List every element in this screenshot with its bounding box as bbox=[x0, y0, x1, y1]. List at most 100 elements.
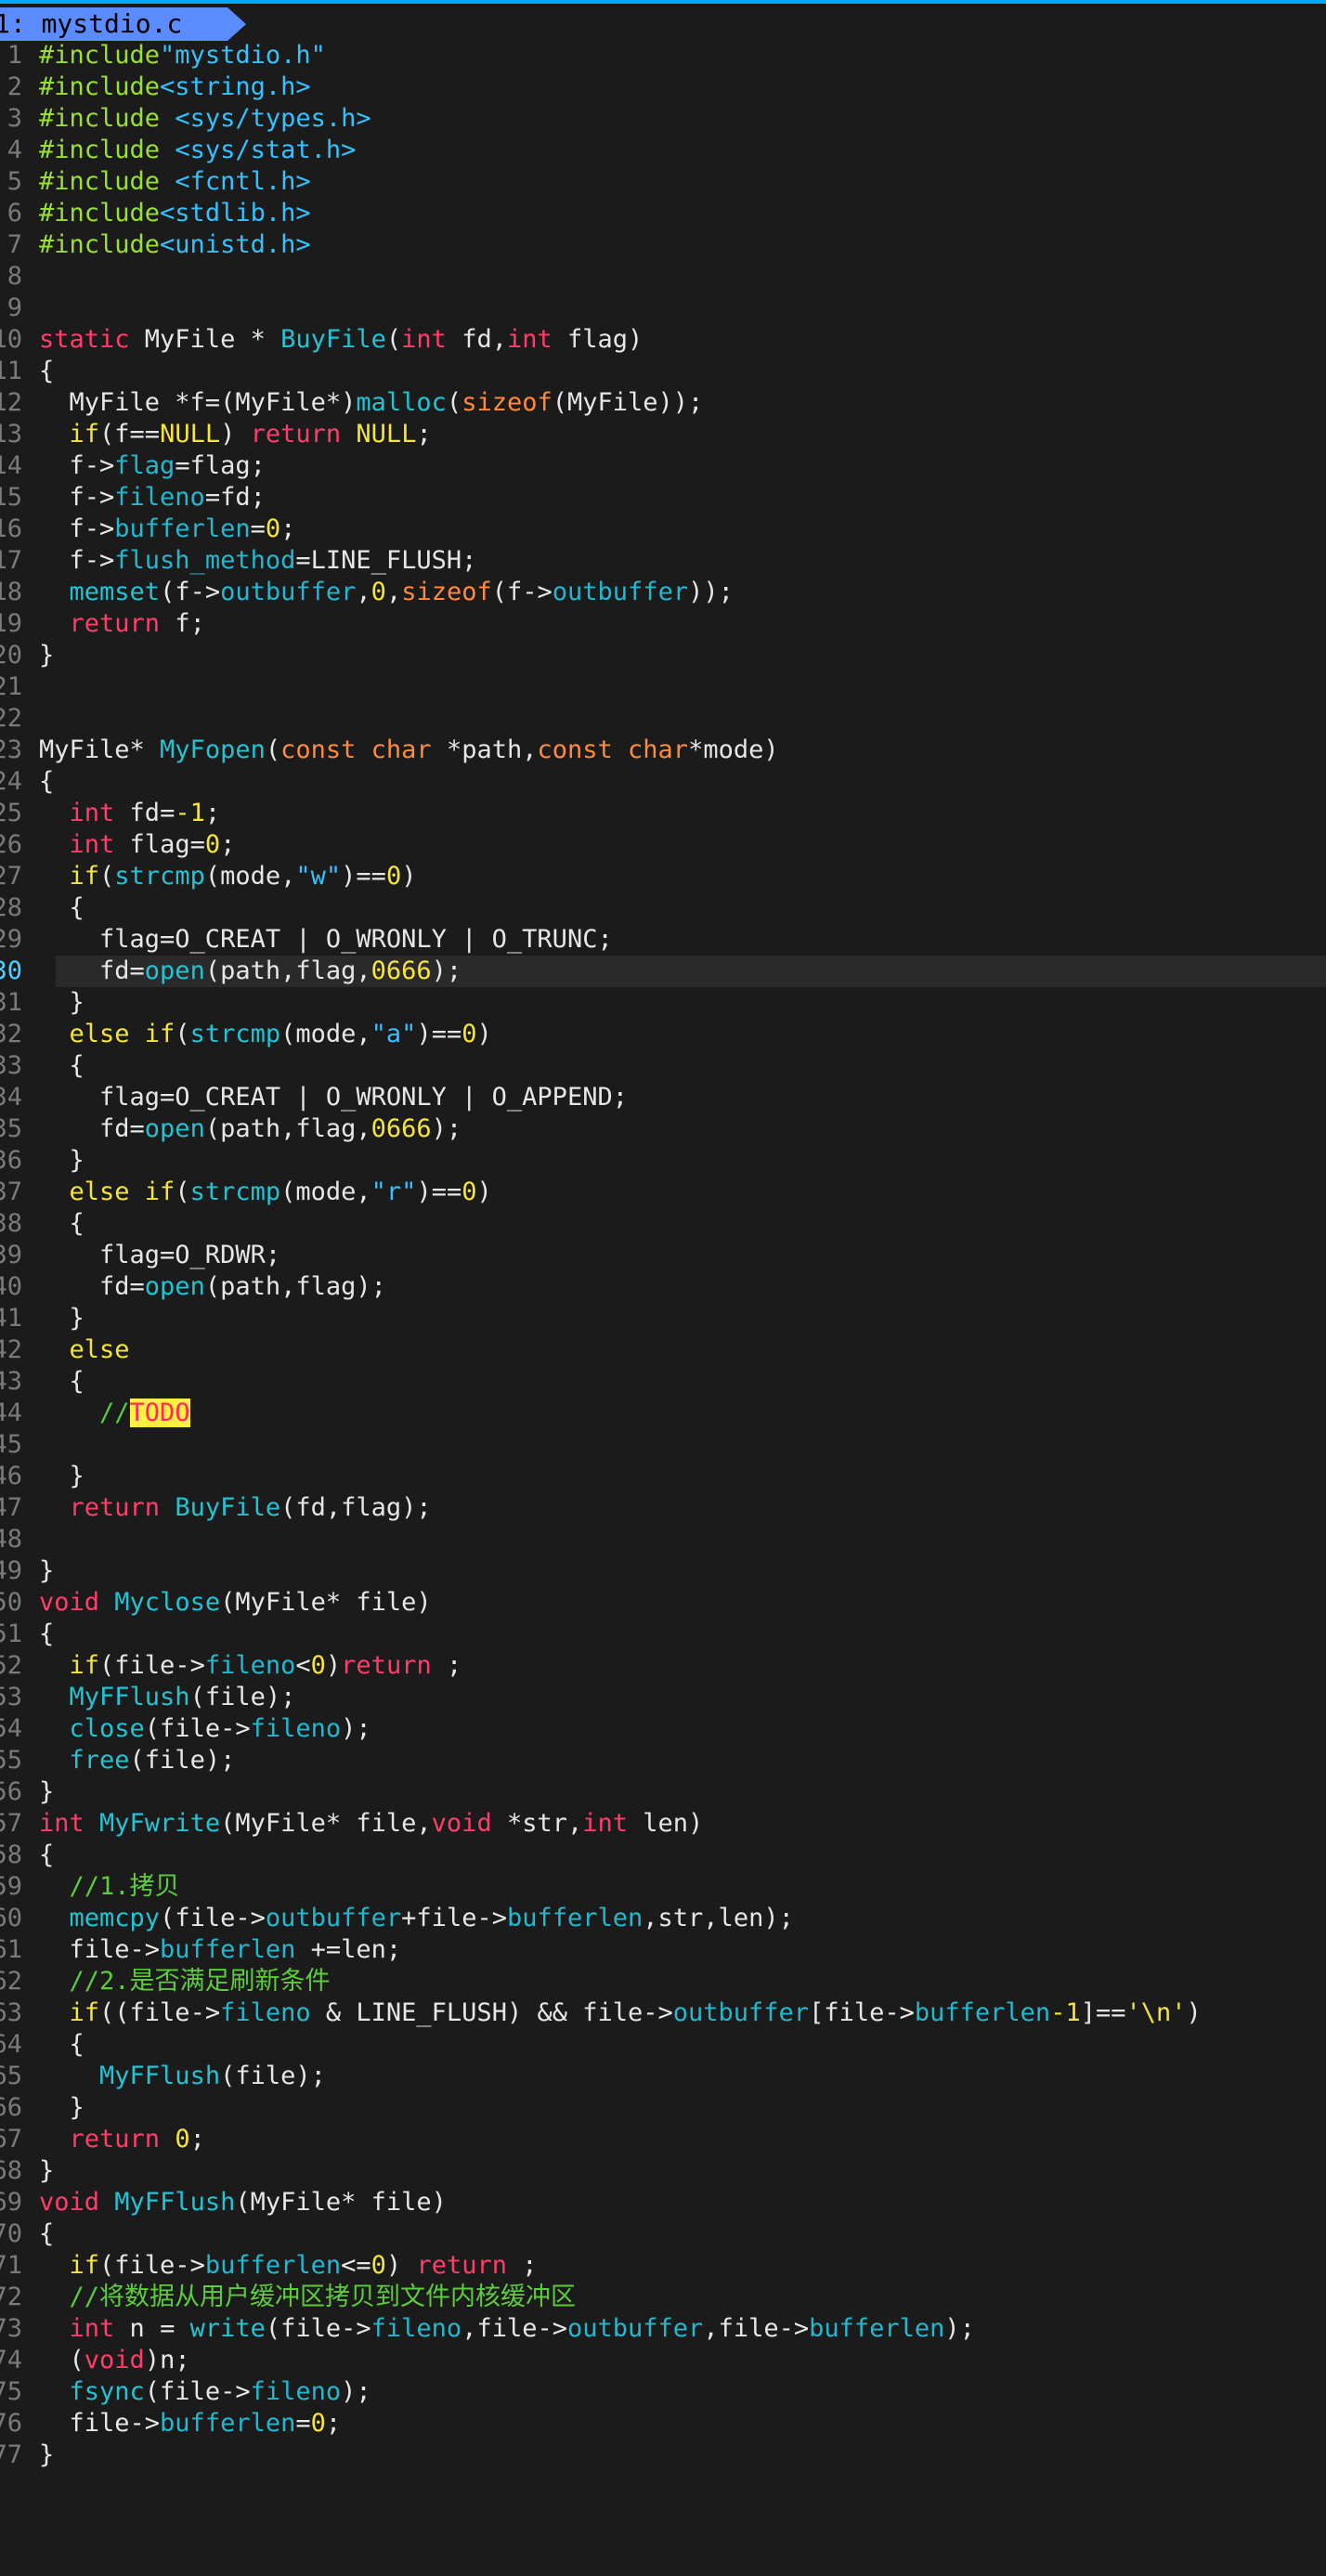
line-code: #include<unistd.h> bbox=[39, 229, 311, 261]
code-line[interactable]: 48 bbox=[0, 1524, 1326, 1555]
code-token: free bbox=[69, 1746, 130, 1775]
code-token: ; bbox=[416, 420, 432, 449]
code-line[interactable]: 59 //1.拷贝 bbox=[0, 1871, 1326, 1903]
code-line[interactable]: 31 } bbox=[0, 987, 1326, 1019]
tab-bar: 1: mystdio.c bbox=[0, 7, 1326, 41]
code-line[interactable]: 10static MyFile * BuyFile(int fd,int fla… bbox=[0, 324, 1326, 356]
line-code: int fd=-1; bbox=[39, 798, 221, 829]
code-line[interactable]: 34 flag=O_CREAT | O_WRONLY | O_APPEND; bbox=[0, 1082, 1326, 1113]
line-number: 16 bbox=[0, 514, 22, 543]
code-line[interactable]: 77} bbox=[0, 2439, 1326, 2471]
code-line[interactable]: 18 memset(f->outbuffer,0,sizeof(f->outbu… bbox=[0, 577, 1326, 608]
code-line[interactable]: 9 bbox=[0, 293, 1326, 324]
code-line[interactable]: 3 #include <sys/types.h> bbox=[0, 103, 1326, 135]
code-line[interactable]: 46 } bbox=[0, 1461, 1326, 1492]
code-line[interactable]: 65 MyFFlush(file); bbox=[0, 2061, 1326, 2092]
code-line[interactable]: 75 fsync(file->fileno); bbox=[0, 2376, 1326, 2408]
code-line[interactable]: 38 { bbox=[0, 1208, 1326, 1240]
code-line[interactable]: 52 if(file->fileno<0)return ; bbox=[0, 1650, 1326, 1682]
code-editor[interactable]: 1 #include"mystdio.h" 2 #include<string.h> 3… bbox=[0, 40, 1326, 2471]
code-token: (mode, bbox=[280, 1020, 371, 1048]
line-code: f->flush_method=LINE_FLUSH; bbox=[39, 545, 477, 577]
code-line[interactable]: 63 if((file->fileno & LINE_FLUSH) && fil… bbox=[0, 1997, 1326, 2029]
line-number: 77 bbox=[0, 2440, 22, 2469]
line-number: 14 bbox=[0, 451, 22, 480]
code-line[interactable]: 13 if(f==NULL) return NULL; bbox=[0, 419, 1326, 450]
code-line[interactable]: 27 if(strcmp(mode,"w")==0) bbox=[0, 861, 1326, 892]
code-line[interactable]: 6 #include<stdlib.h> bbox=[0, 198, 1326, 229]
code-line[interactable]: 43 { bbox=[0, 1366, 1326, 1398]
code-line[interactable]: 68} bbox=[0, 2155, 1326, 2187]
code-line[interactable]: 69 void MyFFlush(MyFile* file) bbox=[0, 2187, 1326, 2218]
code-line[interactable]: 39 flag=O_RDWR; bbox=[0, 1240, 1326, 1271]
line-code: #include<string.h> bbox=[39, 72, 311, 103]
code-line[interactable]: 2 #include<string.h> bbox=[0, 72, 1326, 103]
code-line[interactable]: 41 } bbox=[0, 1303, 1326, 1334]
code-line[interactable]: 12 MyFile *f=(MyFile*)malloc(sizeof(MyFi… bbox=[0, 387, 1326, 419]
code-line[interactable]: 35 fd=open(path,flag,0666); bbox=[0, 1113, 1326, 1145]
line-number: 49 bbox=[0, 1556, 22, 1585]
code-line[interactable]: 74 (void)n; bbox=[0, 2345, 1326, 2376]
code-line[interactable]: 15 f->fileno=fd; bbox=[0, 482, 1326, 514]
code-line[interactable]: 70 { bbox=[0, 2218, 1326, 2250]
code-line[interactable]: 16 f->bufferlen=0; bbox=[0, 514, 1326, 545]
code-line[interactable]: 66 } bbox=[0, 2092, 1326, 2124]
code-line[interactable]: 60 memcpy(file->outbuffer+file->bufferle… bbox=[0, 1903, 1326, 1934]
code-line[interactable]: 24 { bbox=[0, 766, 1326, 798]
code-line[interactable]: 51 { bbox=[0, 1619, 1326, 1650]
code-line[interactable]: 19 return f; bbox=[0, 608, 1326, 640]
code-line[interactable]: 50 void Myclose(MyFile* file) bbox=[0, 1587, 1326, 1619]
code-line[interactable]: 57int MyFwrite(MyFile* file,void *str,in… bbox=[0, 1808, 1326, 1840]
code-line[interactable]: 25 int fd=-1; bbox=[0, 798, 1326, 829]
code-line[interactable]: 40 fd=open(path,flag); bbox=[0, 1271, 1326, 1303]
code-line[interactable]: 30 fd=open(path,flag,0666); bbox=[0, 956, 1326, 987]
code-line[interactable]: 45 bbox=[0, 1429, 1326, 1461]
code-token: { bbox=[39, 767, 55, 796]
code-line[interactable]: 58 { bbox=[0, 1840, 1326, 1871]
code-token: ); bbox=[431, 956, 462, 985]
line-number: 33 bbox=[0, 1051, 22, 1080]
code-line[interactable]: 37 else if(strcmp(mode,"r")==0) bbox=[0, 1177, 1326, 1208]
line-number: 17 bbox=[0, 546, 22, 575]
code-line[interactable]: 23MyFile* MyFopen(const char *path,const… bbox=[0, 735, 1326, 766]
code-line[interactable]: 76 file->bufferlen=0; bbox=[0, 2408, 1326, 2439]
code-line[interactable]: 44 //TODO bbox=[0, 1398, 1326, 1429]
line-number: 61 bbox=[0, 1935, 22, 1964]
code-line[interactable]: 72 //将数据从用户缓冲区拷贝到文件内核缓冲区 bbox=[0, 2282, 1326, 2313]
code-line[interactable]: 67 return 0; bbox=[0, 2124, 1326, 2155]
code-line[interactable]: 1 #include"mystdio.h" bbox=[0, 40, 1326, 72]
code-line[interactable]: 47 return BuyFile(fd,flag); bbox=[0, 1492, 1326, 1524]
code-line[interactable]: 11 { bbox=[0, 356, 1326, 387]
code-line[interactable]: 14 f->flag=flag; bbox=[0, 450, 1326, 482]
code-line[interactable]: 32 else if(strcmp(mode,"a")==0) bbox=[0, 1019, 1326, 1050]
code-token: #include bbox=[39, 230, 161, 259]
code-line[interactable]: 61 file->bufferlen +=len; bbox=[0, 1934, 1326, 1966]
code-token: MyFile *f=(MyFile*) bbox=[39, 388, 357, 417]
code-line[interactable]: 8 bbox=[0, 261, 1326, 293]
tab-mystdio-c[interactable]: 1: mystdio.c bbox=[0, 7, 246, 41]
code-line[interactable]: 55 free(file); bbox=[0, 1745, 1326, 1776]
code-line[interactable]: 21 bbox=[0, 671, 1326, 703]
code-line[interactable]: 4 #include <sys/stat.h> bbox=[0, 135, 1326, 166]
code-line[interactable]: 7 #include<unistd.h> bbox=[0, 229, 1326, 261]
code-line[interactable]: 73 int n = write(file->fileno,file->outb… bbox=[0, 2313, 1326, 2345]
code-line[interactable]: 54 close(file->fileno); bbox=[0, 1713, 1326, 1745]
line-number: 50 bbox=[0, 1588, 22, 1617]
line-code: flag=O_CREAT | O_WRONLY | O_APPEND; bbox=[39, 1082, 628, 1113]
code-line[interactable]: 17 f->flush_method=LINE_FLUSH; bbox=[0, 545, 1326, 577]
code-line[interactable]: 33 { bbox=[0, 1050, 1326, 1082]
code-line[interactable]: 26 int flag=0; bbox=[0, 829, 1326, 861]
code-line[interactable]: 28 { bbox=[0, 892, 1326, 924]
code-line[interactable]: 53 MyFFlush(file); bbox=[0, 1682, 1326, 1713]
code-line[interactable]: 62 //2.是否满足刷新条件 bbox=[0, 1966, 1326, 1997]
code-line[interactable]: 29 flag=O_CREAT | O_WRONLY | O_TRUNC; bbox=[0, 924, 1326, 956]
code-line[interactable]: 49} bbox=[0, 1555, 1326, 1587]
code-line[interactable]: 42 else bbox=[0, 1334, 1326, 1366]
code-line[interactable]: 5 #include <fcntl.h> bbox=[0, 166, 1326, 198]
code-line[interactable]: 20} bbox=[0, 640, 1326, 671]
code-line[interactable]: 56} bbox=[0, 1776, 1326, 1808]
code-line[interactable]: 36 } bbox=[0, 1145, 1326, 1177]
code-line[interactable]: 71 if(file->bufferlen<=0) return ; bbox=[0, 2250, 1326, 2282]
code-line[interactable]: 64 { bbox=[0, 2029, 1326, 2061]
code-line[interactable]: 22 bbox=[0, 703, 1326, 735]
